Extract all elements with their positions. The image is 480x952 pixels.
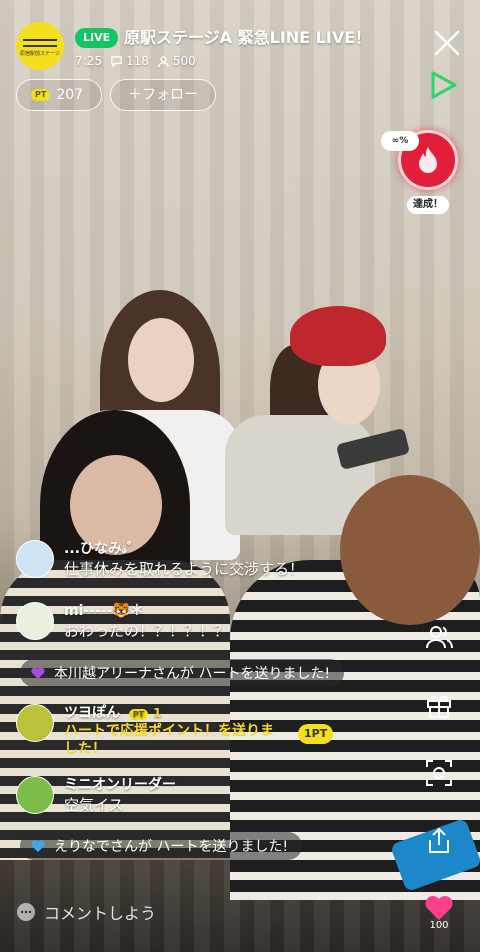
heart-notification: えりなでさんが ハートを送りました!	[20, 832, 303, 860]
comment-author-row: ツヨぽん PT 1	[64, 704, 274, 722]
heart-icon	[31, 667, 45, 679]
camera-switch-button[interactable]	[420, 754, 458, 792]
points-chip: 1PT	[298, 724, 334, 744]
comment-item[interactable]: mi-----🐯＊ おわったの！？！？！？	[16, 602, 229, 642]
points-value: 207	[56, 87, 84, 103]
comment-author: ...ひなみ𝓈゜	[64, 541, 142, 557]
heart-count: 100	[429, 920, 449, 931]
pt-badge: PT	[31, 89, 51, 101]
play-icon[interactable]	[426, 68, 460, 102]
share-icon	[429, 827, 449, 853]
comment-text: おわったの！？！？！？	[64, 622, 230, 640]
comment-count-group: 118	[110, 52, 149, 70]
comment-item[interactable]: ...ひなみ𝓈゜ 仕事休みを取れるように交渉する！	[16, 540, 304, 580]
comment-item[interactable]: ミニオンリーダー 空気イス	[16, 776, 176, 816]
comment-item[interactable]: ツヨぽん PT 1 ハートで応援ポイント！を送りま した！	[16, 704, 274, 758]
speech-bubble-icon	[111, 55, 122, 67]
comment-avatar	[16, 776, 54, 814]
channel-title: 原駅ステージA 緊急LINE LIVE！	[124, 28, 372, 47]
heart-notification-text: えりなでさんが ハートを送りました!	[54, 839, 289, 855]
comment-author: ミニオンリーダー	[64, 777, 176, 793]
viewers-button[interactable]	[420, 618, 458, 656]
people-icon	[426, 626, 453, 649]
comment-placeholder: コメントしよう	[44, 904, 157, 923]
camera-switch-icon	[426, 760, 452, 786]
channel-avatar[interactable]: 原宿駅前ステージ	[16, 22, 64, 70]
viewer-count: 500	[172, 54, 196, 68]
elapsed-time: 7:25	[75, 54, 102, 68]
avatar-logo-text: 原宿駅前ステージ	[20, 51, 60, 57]
gift-button[interactable]	[420, 686, 458, 724]
heart-button-icon[interactable]	[424, 895, 454, 921]
comment-text: 仕事休みを取れるように交渉する！	[64, 560, 305, 578]
pt-badge: PT	[128, 709, 149, 720]
performer-face	[128, 318, 194, 402]
comment-avatar	[16, 540, 54, 578]
heart-notification: 本川越アリーナさんが ハートを送りました!	[20, 659, 345, 687]
logo-mark	[23, 39, 57, 47]
live-badge: LIVE	[75, 28, 119, 48]
points-button[interactable]: PT 207	[16, 79, 102, 111]
mission-status: 達成！	[407, 196, 449, 214]
support-text-line1: ハートで応援ポイント！を送りま	[64, 723, 274, 739]
comment-author: mi-----🐯＊	[64, 603, 144, 619]
close-icon[interactable]	[430, 26, 464, 60]
heart-icon	[31, 840, 45, 852]
comment-avatar	[16, 602, 54, 640]
heart-notification-text: 本川越アリーナさんが ハートを送りました!	[54, 666, 331, 682]
follow-button[interactable]: ＋フォロー	[110, 79, 216, 111]
comment-author: ツヨぽん	[64, 705, 120, 721]
viewer-count-group: 500	[157, 52, 196, 70]
share-button[interactable]	[420, 822, 458, 860]
chat-bubble-icon	[17, 903, 35, 921]
comment-count: 118	[125, 54, 149, 68]
badge-value: 1	[153, 706, 162, 720]
mission-percent: ∞%	[381, 131, 419, 151]
support-text-line2: した！	[64, 741, 106, 757]
comment-input[interactable]: コメントしよう	[16, 898, 156, 926]
comment-text: 空気イス	[64, 796, 124, 814]
performer-hair	[340, 475, 480, 625]
follow-label: ＋フォロー	[128, 87, 198, 103]
stream-meta: 7:25 118 500	[75, 52, 196, 70]
comment-avatar	[16, 704, 54, 742]
person-icon	[158, 55, 169, 67]
beret-hat	[290, 306, 386, 366]
gift-icon	[427, 695, 451, 718]
